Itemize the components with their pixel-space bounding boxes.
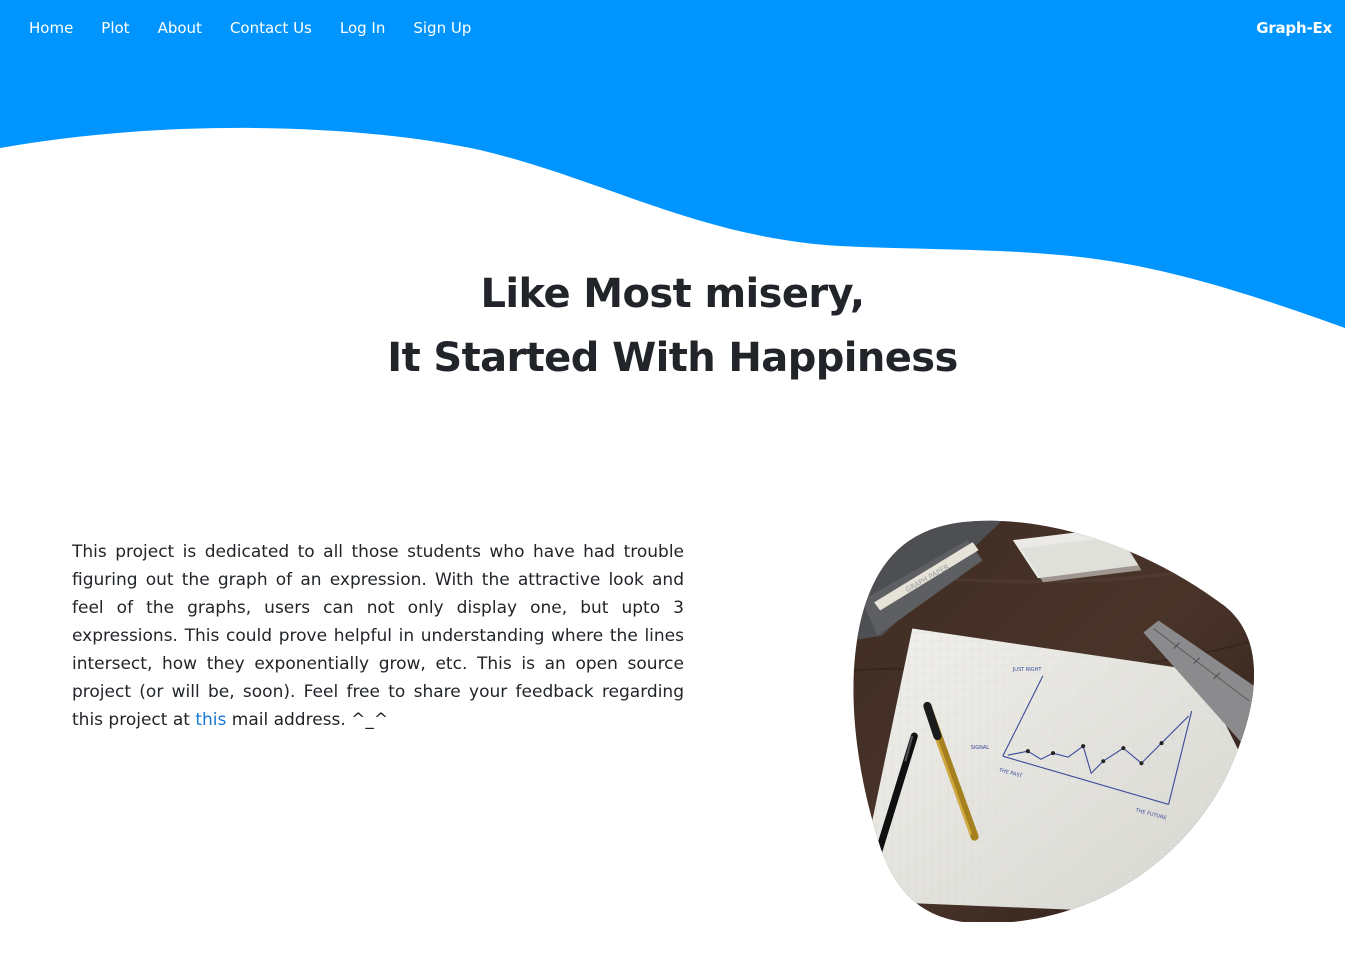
top-navbar: Home Plot About Contact Us Log In Sign U…: [0, 0, 1345, 56]
chart-y-axis-label: JUST RIGHT: [1012, 667, 1043, 673]
nav-plot-link[interactable]: Plot: [101, 19, 129, 37]
description-text-start: This project is dedicated to all those s…: [72, 542, 684, 730]
page: Home Plot About Contact Us Log In Sign U…: [0, 0, 1345, 965]
nav-home-link[interactable]: Home: [29, 19, 73, 37]
hero-title-line-2: It Started With Happiness: [387, 335, 958, 381]
nav-about-link[interactable]: About: [158, 19, 202, 37]
nav-contact-us-link[interactable]: Contact Us: [230, 19, 312, 37]
chart-x-start-label: SIGNAL: [971, 745, 990, 751]
nav-links: Home Plot About Contact Us Log In Sign U…: [29, 18, 471, 38]
feedback-mail-link[interactable]: this: [195, 710, 226, 730]
hero-title-line-1: Like Most misery,: [480, 271, 866, 317]
hero-title: Like Most misery, It Started With Happin…: [0, 262, 1345, 390]
graph-notebook-photo: GRAPH PAPER JUST RIGHT SIGNAL THE PAST T…: [853, 520, 1254, 922]
brand-logo-text[interactable]: Graph-Ex: [1256, 18, 1332, 38]
nav-log-in-link[interactable]: Log In: [340, 19, 386, 37]
nav-sign-up-link[interactable]: Sign Up: [413, 19, 471, 37]
project-description: This project is dedicated to all those s…: [72, 538, 684, 734]
description-text-end: mail address. ^_^: [226, 710, 389, 730]
